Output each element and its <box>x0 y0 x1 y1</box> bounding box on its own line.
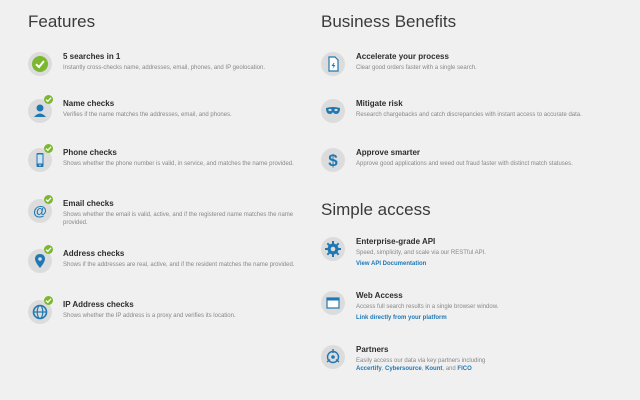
benefit-desc: Research chargebacks and catch discrepan… <box>356 112 582 118</box>
check-circle-icon <box>28 52 52 76</box>
feature-desc: Shows whether the phone number is valid,… <box>63 161 294 167</box>
access-desc: Access full search results in a single b… <box>356 304 499 310</box>
feature-title: Address checks <box>63 249 125 258</box>
checkmark-badge-icon <box>44 144 53 153</box>
feature-title: IP Address checks <box>63 300 134 309</box>
benefit-title: Mitigate risk <box>356 99 403 108</box>
feature-desc: Shows whether the IP address is a proxy … <box>63 313 236 319</box>
checkmark-badge-icon <box>44 95 53 104</box>
benefit-desc: Clear good orders faster with a single s… <box>356 65 477 71</box>
benefit-title: Approve smarter <box>356 148 421 157</box>
feature-title: Phone checks <box>63 148 117 157</box>
checkmark-badge-icon <box>44 245 53 254</box>
feature-title: Name checks <box>63 99 115 108</box>
api-documentation-link[interactable]: View API Documentation <box>356 260 621 268</box>
benefit-desc: Approve good applications and weed out f… <box>356 161 573 167</box>
feature-title: 5 searches in 1 <box>63 52 121 61</box>
browser-icon <box>321 291 345 315</box>
partner-and: , and <box>442 366 458 372</box>
access-heading: Simple access <box>321 200 431 219</box>
benefits-heading: Business Benefits <box>321 12 457 31</box>
partner-link-accertify[interactable]: Accertify <box>356 366 382 372</box>
svg-text:@: @ <box>33 203 47 219</box>
gear-icon <box>321 237 345 261</box>
checkmark-badge-icon <box>44 195 53 204</box>
feature-desc: Shows whether the email is valid, active… <box>63 212 294 226</box>
dollar-icon: $ <box>321 148 345 172</box>
partners-icon <box>321 345 345 369</box>
partner-link-cybersource[interactable]: Cybersource <box>385 366 422 372</box>
document-icon <box>321 52 345 76</box>
mask-icon <box>321 99 345 123</box>
platform-link[interactable]: Link directly from your platform <box>356 314 621 322</box>
map-pin-icon <box>28 245 53 273</box>
access-desc: Speed, simplicity, and scale via our RES… <box>356 250 486 256</box>
benefit-title: Accelerate your process <box>356 52 449 61</box>
access-title: Web Access <box>356 291 403 300</box>
globe-icon <box>28 296 53 324</box>
partners-links: Accertify, Cybersource, Kount, and FICO <box>356 365 621 373</box>
at-icon: @ <box>28 195 53 223</box>
feature-desc: Shows if the addresses are real, active,… <box>63 262 295 268</box>
feature-desc: Verifies if the name matches the address… <box>63 112 232 118</box>
checkmark-badge-icon <box>44 296 53 305</box>
partner-link-fico[interactable]: FICO <box>457 366 471 372</box>
access-desc: Easily access our data via key partners … <box>356 358 486 364</box>
access-title: Enterprise-grade API <box>356 237 436 246</box>
svg-text:$: $ <box>328 151 338 170</box>
phone-icon <box>28 144 53 172</box>
access-title: Partners <box>356 345 389 354</box>
partner-link-kount[interactable]: Kount <box>425 366 442 372</box>
feature-desc: Instantly cross-checks name, addresses, … <box>63 65 265 71</box>
feature-title: Email checks <box>63 199 114 208</box>
features-heading: Features <box>28 12 96 31</box>
person-icon <box>28 95 53 123</box>
